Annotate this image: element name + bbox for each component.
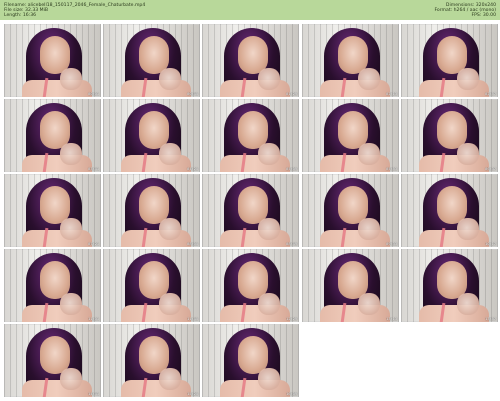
thumbnail[interactable]: 00:01 xyxy=(4,24,101,97)
hand xyxy=(358,143,380,165)
hand xyxy=(358,293,380,315)
hand xyxy=(258,368,280,390)
hand xyxy=(60,143,82,165)
thumbnail[interactable]: 11:01 xyxy=(4,249,101,322)
hand xyxy=(358,68,380,90)
timestamp: 14:41 xyxy=(88,392,99,396)
timestamp: 02:57 xyxy=(485,92,496,96)
timestamp: 07:21 xyxy=(88,242,99,246)
thumbnail[interactable]: 01:29 xyxy=(202,24,299,97)
timestamp: 03:41 xyxy=(88,167,99,171)
hand xyxy=(159,218,181,240)
file-info-right: Dimensions: 320x240 Format: h264 / aac (… xyxy=(434,3,496,19)
fps-text: FPS: 30.00 xyxy=(471,13,497,19)
timestamp: 15:25 xyxy=(187,392,198,396)
hand xyxy=(457,293,479,315)
thumbnail[interactable]: 04:25 xyxy=(103,99,200,172)
timestamp: 04:25 xyxy=(187,167,198,171)
thumbnail[interactable]: 12:29 xyxy=(202,249,299,322)
timestamp: 00:01 xyxy=(88,92,99,96)
file-info-left: Filename: alicebell18_150117_2046_Female… xyxy=(4,3,145,19)
thumbnail[interactable]: 05:53 xyxy=(302,99,399,172)
hand xyxy=(258,143,280,165)
timestamp: 16:09 xyxy=(286,392,297,396)
hand xyxy=(358,218,380,240)
timestamp: 01:29 xyxy=(286,92,297,96)
timestamp: 10:17 xyxy=(485,242,496,246)
hand xyxy=(159,68,181,90)
thumbnail[interactable]: 02:13 xyxy=(302,24,399,97)
timestamp: 12:29 xyxy=(286,317,297,321)
hand xyxy=(159,368,181,390)
hand xyxy=(457,68,479,90)
hand xyxy=(258,293,280,315)
hand xyxy=(457,218,479,240)
timestamp: 08:05 xyxy=(187,242,198,246)
timestamp: 13:57 xyxy=(485,317,496,321)
timestamp: 11:01 xyxy=(88,317,99,321)
thumbnail-grid: 00:01 00:45 01:29 02:13 02:57 03:41 04:2… xyxy=(0,20,500,401)
timestamp: 00:45 xyxy=(187,92,198,96)
contact-sheet-header: Filename: alicebell18_150117_2046_Female… xyxy=(0,0,500,20)
timestamp: 05:53 xyxy=(386,167,397,171)
thumbnail[interactable]: 09:33 xyxy=(302,174,399,247)
thumbnail[interactable]: 06:37 xyxy=(401,99,498,172)
timestamp: 02:13 xyxy=(386,92,397,96)
thumbnail[interactable]: 00:45 xyxy=(103,24,200,97)
thumbnail[interactable]: 16:09 xyxy=(202,324,299,397)
timestamp: 06:37 xyxy=(485,167,496,171)
thumbnail[interactable]: 02:57 xyxy=(401,24,498,97)
thumbnail[interactable]: 08:05 xyxy=(103,174,200,247)
thumbnail[interactable]: 11:45 xyxy=(103,249,200,322)
hand xyxy=(60,293,82,315)
thumbnail[interactable]: 03:41 xyxy=(4,99,101,172)
thumbnail[interactable]: 08:49 xyxy=(202,174,299,247)
thumbnail[interactable]: 10:17 xyxy=(401,174,498,247)
thumbnail[interactable]: 13:13 xyxy=(302,249,399,322)
hand xyxy=(60,218,82,240)
hand xyxy=(258,68,280,90)
thumbnail[interactable]: 13:57 xyxy=(401,249,498,322)
thumbnail[interactable]: 14:41 xyxy=(4,324,101,397)
hand xyxy=(60,68,82,90)
hand xyxy=(60,368,82,390)
timestamp: 09:33 xyxy=(386,242,397,246)
timestamp: 08:49 xyxy=(286,242,297,246)
timestamp: 11:45 xyxy=(187,317,198,321)
hand xyxy=(258,218,280,240)
thumbnail[interactable]: 05:09 xyxy=(202,99,299,172)
thumbnail[interactable]: 15:25 xyxy=(103,324,200,397)
thumbnail[interactable]: 07:21 xyxy=(4,174,101,247)
length-text: Length: 16:36 xyxy=(4,13,37,19)
timestamp: 13:13 xyxy=(386,317,397,321)
hand xyxy=(457,143,479,165)
hand xyxy=(159,143,181,165)
timestamp: 05:09 xyxy=(286,167,297,171)
hand xyxy=(159,293,181,315)
